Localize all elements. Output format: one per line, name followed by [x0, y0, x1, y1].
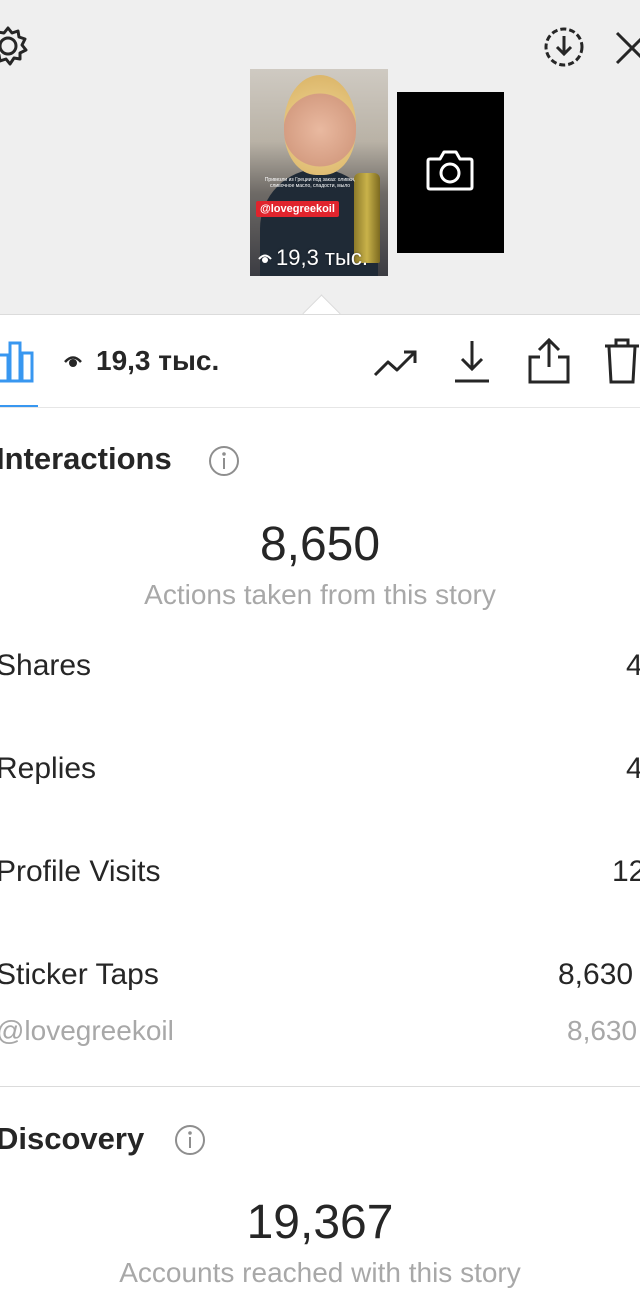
section-divider — [0, 1086, 640, 1087]
discovery-title: Discovery — [0, 1121, 145, 1156]
discovery-caption: Accounts reached with this story — [119, 1257, 521, 1288]
profile-visits-value: 12 — [612, 855, 640, 888]
close-icon[interactable] — [612, 28, 640, 68]
sticker-taps-value: 8,630 — [558, 958, 634, 991]
story-views-text: 19,3 тыс. — [276, 245, 368, 270]
shares-label: Shares — [0, 649, 92, 682]
insights-toolbar: 19,3 тыс. — [0, 315, 640, 408]
interactions-caption: Actions taken from this story — [144, 579, 496, 610]
replies-value: 4 — [626, 752, 640, 785]
share-icon[interactable] — [526, 337, 572, 385]
trending-up-icon[interactable] — [372, 345, 420, 381]
trash-icon[interactable] — [602, 337, 640, 385]
download-icon[interactable] — [452, 337, 492, 385]
insights-bar-chart-icon[interactable] — [0, 339, 36, 383]
profile-visits-label: Profile Visits — [0, 855, 161, 888]
story-preview-area: Привезли из Греции под заказ: оливки, сл… — [0, 0, 640, 314]
shares-value: 4 — [626, 649, 640, 682]
settings-gear-icon[interactable] — [0, 24, 30, 68]
insights-panel: 19,3 тыс. Interactions 8,650 Actions tak… — [0, 314, 640, 1288]
mention-sticker: @lovegreekoil — [256, 201, 339, 217]
story-thumbnail[interactable]: Привезли из Греции под заказ: оливки, сл… — [250, 69, 388, 276]
views-count-text: 19,3 тыс. — [96, 345, 220, 376]
story-person-face — [284, 75, 356, 175]
discovery-total: 19,367 — [246, 1196, 394, 1249]
discovery-info-icon[interactable] — [174, 1124, 206, 1156]
sticker-taps-label: Sticker Taps — [0, 958, 159, 991]
story-caption: Привезли из Греции под заказ: оливки, сл… — [264, 177, 356, 189]
interactions-info-icon[interactable] — [208, 445, 240, 477]
sticker-mention-value: 8,630 — [567, 1015, 638, 1046]
active-tab-underline — [0, 405, 38, 407]
eye-icon — [258, 254, 272, 263]
replies-label: Replies — [0, 752, 97, 785]
add-story-card[interactable] — [397, 92, 504, 253]
story-views-overlay: 19,3 тыс. — [258, 245, 368, 271]
interactions-title: Interactions — [0, 441, 172, 476]
views-count: 19,3 тыс. — [64, 345, 219, 377]
interactions-total: 8,650 — [259, 518, 381, 571]
eye-icon — [64, 356, 82, 367]
sticker-mention-label: @lovegreekoil — [0, 1015, 174, 1046]
save-story-icon[interactable] — [542, 25, 586, 69]
camera-icon — [426, 150, 474, 191]
